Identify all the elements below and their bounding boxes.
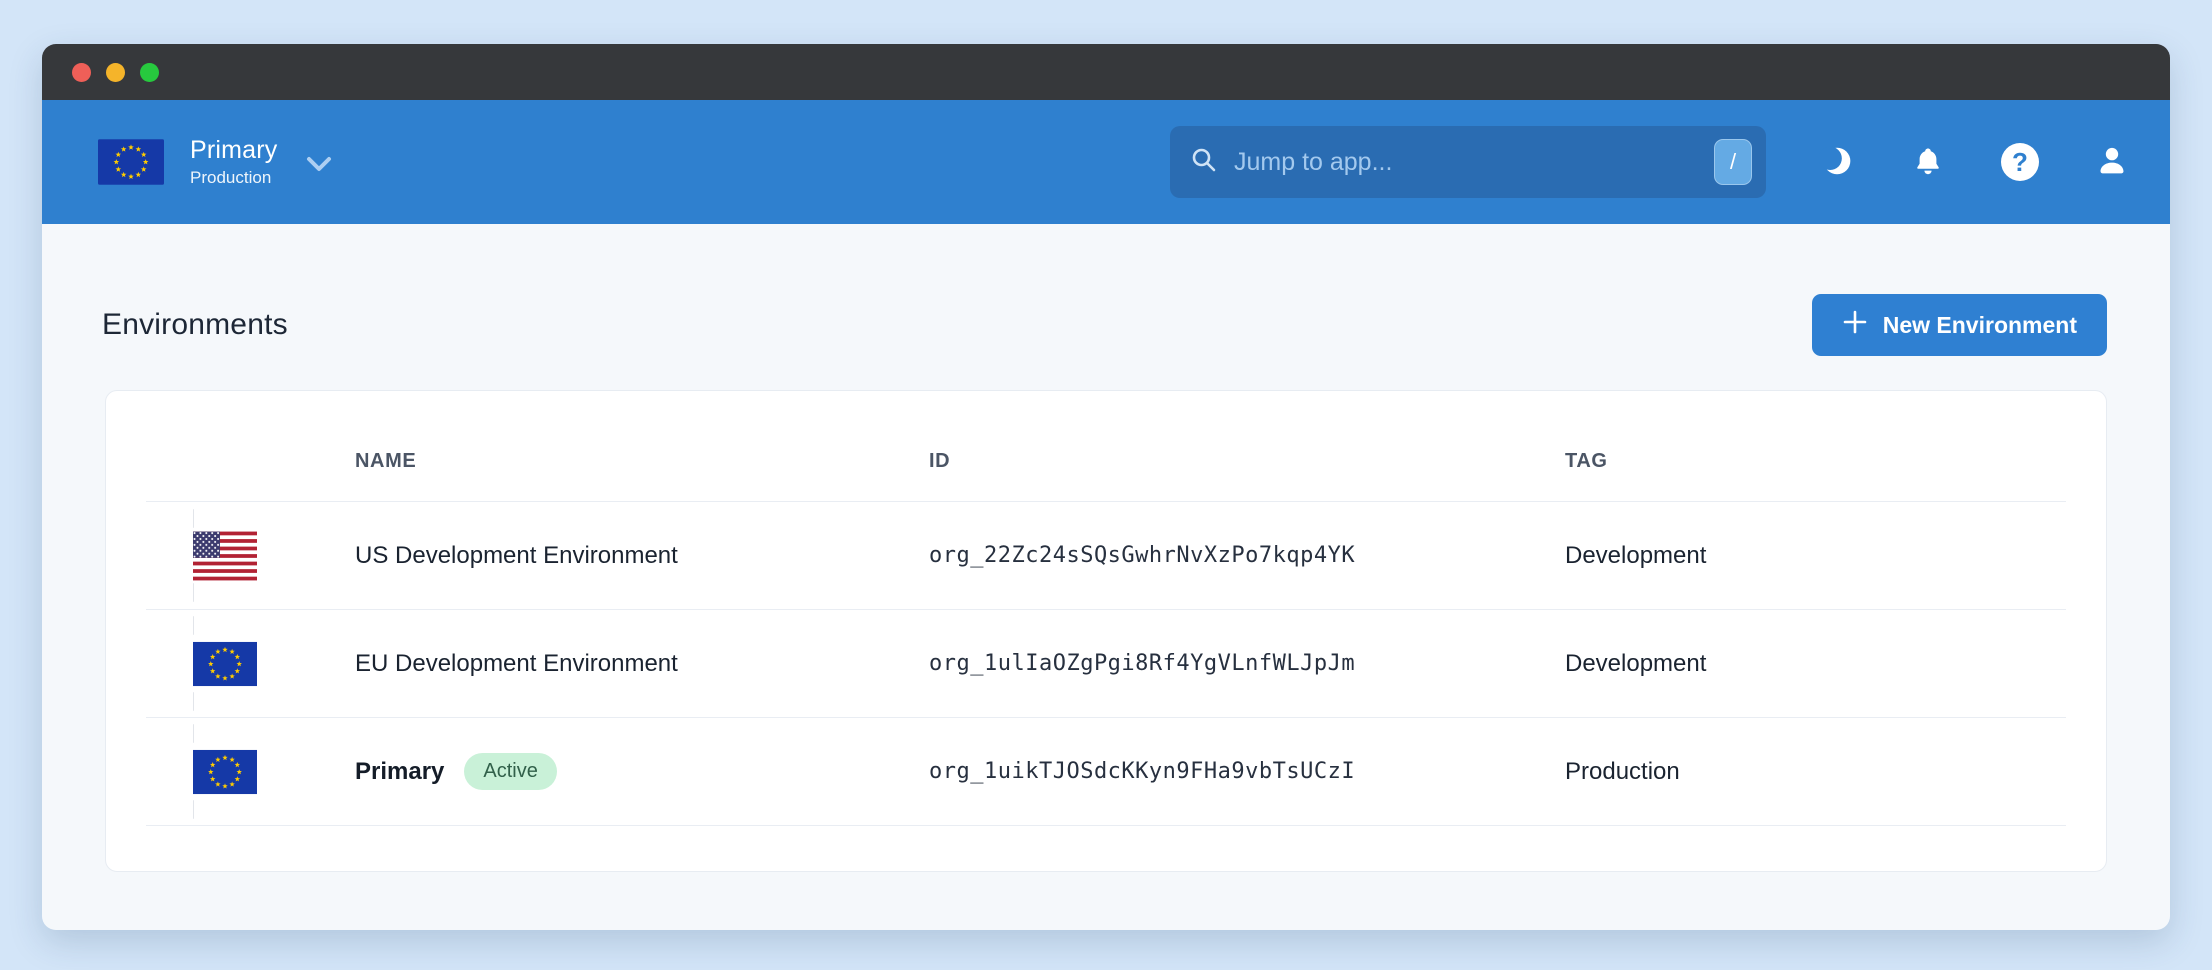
eu-flag-icon bbox=[98, 139, 164, 185]
environment-id: org_1ulIaOZgPgi8Rf4YgVLnfWLJpJm bbox=[929, 651, 1565, 676]
new-environment-button[interactable]: New Environment bbox=[1812, 294, 2107, 356]
page-header: Environments New Environment bbox=[42, 224, 2170, 356]
environment-name: Primary Active bbox=[355, 753, 929, 790]
eu-flag-icon bbox=[146, 725, 355, 819]
notifications-button[interactable] bbox=[1908, 142, 1948, 182]
org-switcher[interactable]: Primary Production bbox=[98, 136, 332, 188]
close-window-button[interactable] bbox=[72, 63, 91, 82]
app-header: Primary Production / bbox=[42, 100, 2170, 224]
table-row[interactable]: US Development Environment org_22Zc24sSQ… bbox=[106, 502, 2106, 609]
window-controls bbox=[72, 63, 159, 82]
maximize-window-button[interactable] bbox=[140, 63, 159, 82]
environment-id: org_1uikTJOSdcKKyn9FHa9vbTsUCzI bbox=[929, 759, 1565, 784]
environment-tag: Development bbox=[1565, 650, 2106, 678]
page-title: Environments bbox=[102, 308, 288, 342]
table-footer-spacer bbox=[106, 826, 2106, 872]
column-header-name: NAME bbox=[355, 450, 929, 473]
minimize-window-button[interactable] bbox=[106, 63, 125, 82]
header-icon-buttons: ? bbox=[1816, 142, 2132, 182]
table-header-row: NAME ID TAG bbox=[106, 391, 2106, 501]
environment-id: org_22Zc24sSQsGwhrNvXzPo7kqp4YK bbox=[929, 543, 1565, 568]
app-window: Primary Production / bbox=[42, 44, 2170, 930]
org-environment: Production bbox=[190, 168, 278, 188]
environment-name: EU Development Environment bbox=[355, 650, 929, 678]
help-button[interactable]: ? bbox=[2000, 142, 2040, 182]
moon-icon bbox=[1819, 144, 1853, 181]
table-row[interactable]: Primary Active org_1uikTJOSdcKKyn9FHa9vb… bbox=[106, 718, 2106, 825]
plus-icon bbox=[1842, 309, 1868, 341]
bell-icon bbox=[1912, 145, 1944, 180]
environment-name-label: Primary bbox=[355, 758, 444, 786]
user-icon bbox=[2095, 144, 2129, 181]
org-switcher-labels: Primary Production bbox=[190, 136, 278, 188]
table-row[interactable]: EU Development Environment org_1ulIaOZgP… bbox=[106, 610, 2106, 717]
titlebar bbox=[42, 44, 2170, 100]
search-input[interactable] bbox=[1234, 148, 1698, 177]
column-header-tag: TAG bbox=[1565, 450, 2106, 473]
eu-flag-icon bbox=[146, 617, 355, 711]
environment-tag: Development bbox=[1565, 542, 2106, 570]
theme-toggle-button[interactable] bbox=[1816, 142, 1856, 182]
question-icon: ? bbox=[2001, 143, 2039, 181]
user-menu-button[interactable] bbox=[2092, 142, 2132, 182]
app-search[interactable]: / bbox=[1170, 126, 1766, 198]
org-name: Primary bbox=[190, 136, 278, 165]
new-environment-label: New Environment bbox=[1883, 312, 2077, 339]
us-flag-icon bbox=[146, 510, 355, 602]
active-badge: Active bbox=[464, 753, 556, 790]
content-area: Environments New Environment NAME ID TAG bbox=[42, 224, 2170, 930]
chevron-down-icon bbox=[306, 156, 332, 177]
environment-tag: Production bbox=[1565, 758, 2106, 786]
environments-table: NAME ID TAG US Development Environment o… bbox=[105, 390, 2107, 872]
slash-shortcut-badge: / bbox=[1714, 139, 1752, 185]
column-header-id: ID bbox=[929, 450, 1565, 473]
search-icon bbox=[1190, 146, 1218, 179]
environment-name: US Development Environment bbox=[355, 542, 929, 570]
